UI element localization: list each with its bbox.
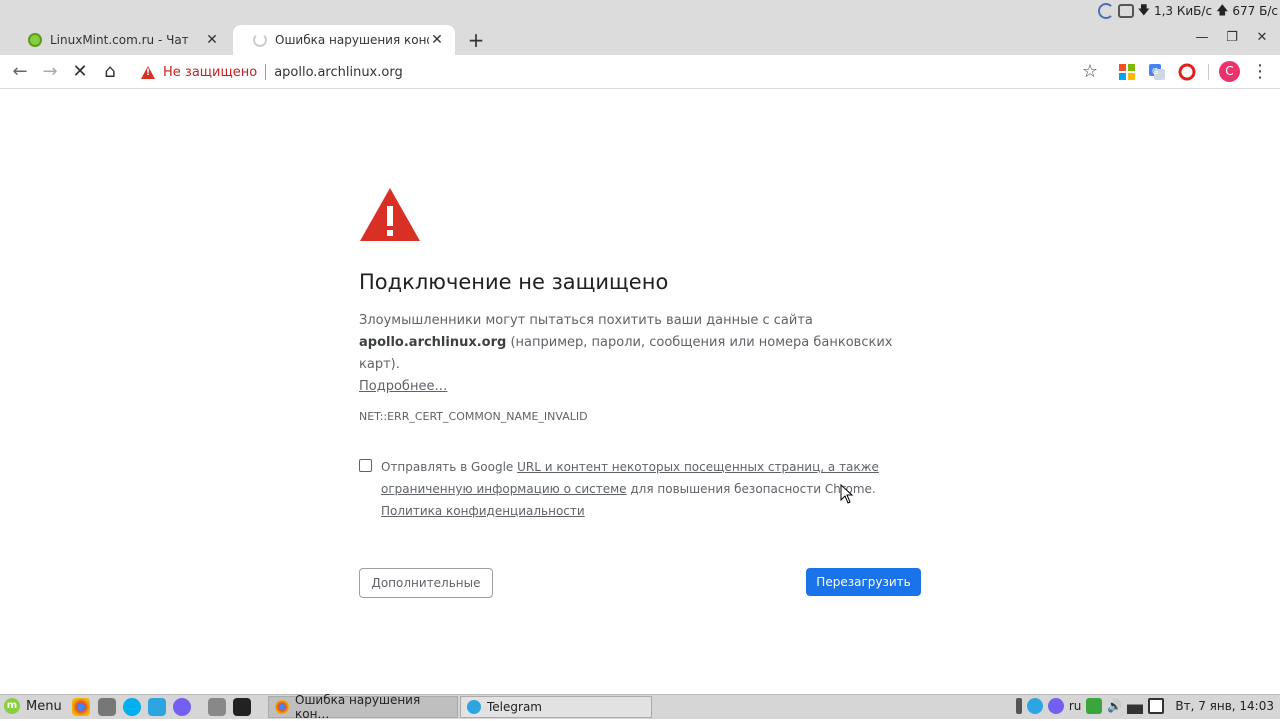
task-chrome-window[interactable]: Ошибка нарушения кон… [268, 693, 458, 721]
telegram-icon [467, 700, 481, 714]
update-ok-icon[interactable] [1086, 698, 1103, 714]
office-extension-icon[interactable] [1118, 63, 1136, 81]
task-label: Ошибка нарушения кон… [295, 693, 421, 721]
chrome-icon [275, 700, 289, 714]
omnibox-divider [265, 64, 267, 80]
mouse-cursor-icon [840, 484, 854, 504]
forward-button[interactable]: → [38, 60, 62, 84]
system-tray: ru 🔊 Вт, 7 янв, 14:03 [1015, 698, 1274, 714]
report-checkbox[interactable] [359, 459, 372, 472]
explanation-paragraph: Злоумышленники могут пытаться похитить в… [359, 310, 921, 398]
window-tray-icon[interactable] [1117, 4, 1134, 18]
tab-strip: LinuxMint.com.ru - Чат ✕ Ошибка нарушени… [0, 22, 1280, 55]
files-launcher-icon[interactable] [208, 698, 226, 716]
tray-handle-icon[interactable] [1015, 698, 1022, 714]
upload-arrow-icon: 🡅 [1216, 2, 1229, 17]
battery-icon[interactable] [1148, 698, 1165, 714]
browser-menu-icon[interactable]: ⋮ [1248, 60, 1272, 84]
camera-launcher-icon[interactable] [98, 698, 116, 716]
privacy-policy-link[interactable]: Политика конфиденциальности [381, 504, 585, 518]
tab-cert-error[interactable]: Ошибка нарушения конфид ✕ [233, 25, 455, 55]
minimize-button[interactable]: — [1192, 28, 1212, 48]
task-label: Telegram [487, 700, 542, 714]
tab-close-icon[interactable]: ✕ [429, 32, 445, 48]
safe-browsing-optin: Отправлять в Google URL и контент некото… [359, 456, 921, 522]
advanced-button[interactable]: Дополнительные [359, 568, 493, 598]
omnibox[interactable]: Не защищено apollo.archlinux.org [132, 58, 1104, 86]
menu-label: Menu [26, 698, 62, 714]
interstitial-content: Подключение не защищено Злоумышленники м… [359, 186, 921, 423]
signal-icon[interactable] [1127, 698, 1144, 714]
toolbar-divider [1208, 64, 1209, 80]
tab-close-icon[interactable]: ✕ [204, 32, 220, 48]
error-code: NET::ERR_CERT_COMMON_NAME_INVALID [359, 410, 588, 423]
close-window-button[interactable]: ✕ [1252, 28, 1272, 48]
start-menu-button[interactable]: m Menu [4, 698, 62, 714]
viber-launcher-icon[interactable] [173, 698, 191, 716]
telegram-launcher-icon[interactable] [148, 698, 166, 716]
opera-extension-icon[interactable] [1178, 63, 1196, 81]
taskbar: m Menu Ошибка нарушения кон… Telegram ru… [0, 693, 1280, 721]
browser-toolbar: ← → ✕ ⌂ Не защищено apollo.archlinux.org… [0, 55, 1280, 89]
bookmark-star-icon[interactable]: ☆ [1078, 60, 1102, 84]
restore-button[interactable]: ❐ [1222, 28, 1242, 48]
clock[interactable]: Вт, 7 янв, 14:03 [1175, 699, 1274, 713]
home-button[interactable]: ⌂ [98, 60, 122, 84]
linuxmint-logo-icon: m [4, 698, 20, 714]
loading-spinner-icon [253, 33, 267, 47]
system-bar: 🡇 1,3 КиБ/с 🡅 677 Б/с [0, 0, 1280, 22]
profile-avatar[interactable]: C [1219, 61, 1240, 82]
page-title: Подключение не защищено [359, 270, 669, 294]
new-tab-button[interactable]: + [463, 28, 489, 54]
skype-launcher-icon[interactable] [123, 698, 141, 716]
viber-tray-icon[interactable] [1047, 698, 1064, 714]
security-indicator[interactable]: Не защищено [163, 65, 257, 80]
terminal-launcher-icon[interactable] [233, 698, 251, 716]
tab-linuxmint-chat[interactable]: LinuxMint.com.ru - Чат ✕ [8, 25, 230, 55]
network-status: 🡇 1,3 КиБ/с 🡅 677 Б/с [1097, 2, 1278, 20]
task-telegram-window[interactable]: Telegram [460, 696, 652, 718]
network-tray-icon[interactable] [1097, 3, 1114, 19]
tab-title: Ошибка нарушения конфид [275, 33, 429, 47]
site-domain: apollo.archlinux.org [359, 335, 507, 350]
download-arrow-icon: 🡇 [1137, 2, 1150, 17]
linuxmint-favicon-icon [28, 33, 42, 47]
keyboard-layout[interactable]: ru [1069, 699, 1082, 713]
learn-more-link[interactable]: Подробнее… [359, 379, 447, 394]
volume-icon[interactable]: 🔊 [1107, 699, 1122, 713]
explanation-text: Злоумышленники могут пытаться похитить в… [359, 313, 813, 328]
chrome-launcher-icon[interactable] [72, 698, 90, 716]
tab-title: LinuxMint.com.ru - Чат [50, 33, 189, 47]
telegram-tray-icon[interactable] [1026, 698, 1043, 714]
stop-button[interactable]: ✕ [68, 60, 92, 84]
optin-prefix: Отправлять в Google [381, 460, 518, 474]
not-secure-warning-icon[interactable] [141, 65, 155, 79]
upload-speed: 677 Б/с [1232, 4, 1278, 18]
back-button[interactable]: ← [8, 60, 32, 84]
warning-triangle-icon [360, 188, 420, 241]
optin-middle: для повышения безопасности Chrome. [626, 482, 876, 496]
download-speed: 1,3 КиБ/с [1153, 4, 1213, 18]
reload-button[interactable]: Перезагрузить [806, 568, 921, 596]
url-text[interactable]: apollo.archlinux.org [274, 65, 403, 80]
translate-extension-icon[interactable]: G [1148, 63, 1166, 81]
svg-text:G: G [1152, 67, 1158, 76]
